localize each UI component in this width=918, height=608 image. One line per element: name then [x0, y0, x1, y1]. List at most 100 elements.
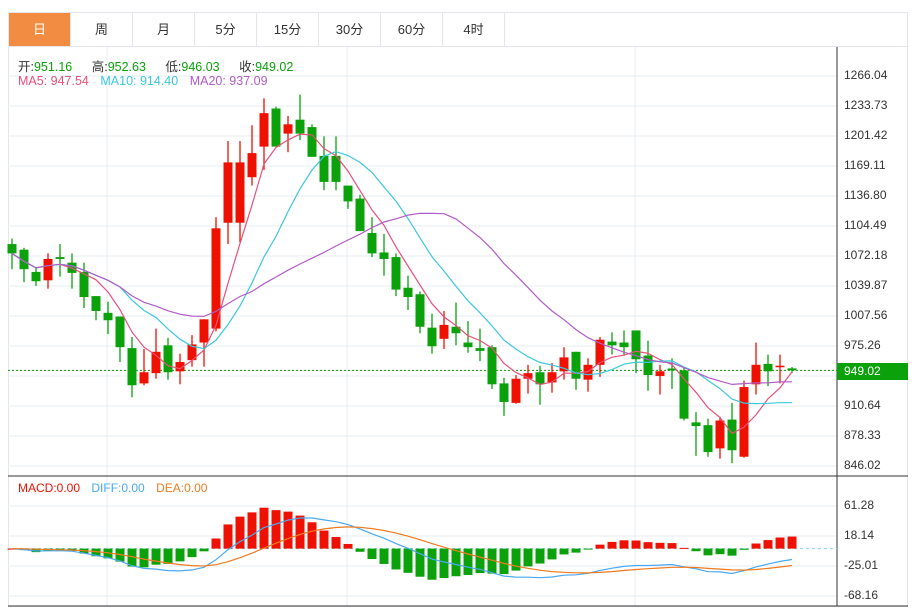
macd-bar [643, 542, 653, 549]
candle-down [31, 271, 41, 282]
candle-down [367, 232, 377, 254]
macd-bar [367, 548, 377, 560]
candle-down [55, 257, 65, 259]
macd-bar [787, 536, 797, 549]
open-label: 开: [18, 60, 34, 74]
macd-bar [283, 511, 293, 549]
macd-bar [499, 548, 509, 575]
macd-bar [451, 548, 461, 577]
macd-bar [151, 548, 161, 565]
macd-bar [667, 543, 677, 549]
ma20-value: MA20: 937.09 [189, 74, 268, 88]
candle-down [415, 294, 425, 327]
low-value: 946.03 [181, 60, 220, 74]
macd-bar [223, 524, 233, 549]
candle-down [571, 351, 581, 379]
candle-down [307, 127, 317, 157]
price-tick-label: 1104.49 [844, 218, 887, 232]
macd-info: MACD:0.00 DIFF:0.00 DEA:0.00 [18, 481, 215, 495]
candle-up [751, 364, 761, 385]
price-tick-label: 1072.18 [844, 248, 888, 262]
candle-up [655, 371, 665, 376]
macd-bar [727, 548, 737, 556]
macd-bar [307, 522, 317, 549]
candle-down [499, 383, 509, 402]
candle-down [91, 296, 101, 311]
diff-value: DIFF:0.00 [91, 481, 145, 495]
candle-up [43, 258, 53, 281]
macd-tick-label: -68.16 [844, 588, 879, 602]
macd-bar [403, 548, 413, 573]
candle-down [619, 342, 629, 348]
candle-up [283, 124, 293, 134]
candle-down [679, 370, 689, 419]
candle-up [223, 162, 233, 223]
price-tick-label: 1039.87 [844, 278, 888, 292]
price-tick-label: 846.02 [844, 458, 881, 472]
low-label: 低: [165, 60, 182, 74]
macd-bar [631, 540, 641, 549]
macd-bar [199, 548, 209, 552]
price-tick-label: 1266.04 [844, 68, 888, 82]
candle-down [163, 345, 173, 373]
macd-bar [319, 530, 329, 549]
candle-down [727, 419, 737, 451]
current-price-label: 949.02 [837, 363, 908, 380]
close-value: 949.02 [255, 60, 294, 74]
price-tick-label: 975.26 [844, 337, 881, 352]
candle-down [391, 257, 401, 290]
candle-up [439, 324, 449, 339]
candle-down [127, 348, 137, 386]
macd-bar [427, 548, 437, 580]
macd-bar [775, 537, 785, 549]
macd-bar [607, 541, 617, 549]
price-tick-label: 878.33 [844, 427, 881, 442]
candle-down [115, 316, 125, 348]
macd-bar [355, 548, 365, 552]
macd-bar [211, 538, 221, 549]
macd-tick-label: 18.14 [844, 527, 875, 542]
macd-bar [751, 543, 761, 549]
macd-bar [547, 548, 557, 560]
candle-down [607, 341, 617, 346]
price-tick-label: 1169.11 [844, 158, 886, 172]
high-value: 952.63 [107, 60, 146, 74]
macd-bar [163, 548, 173, 564]
candlestick-chart[interactable] [0, 0, 918, 608]
macd-bar [691, 548, 701, 552]
macd-bar [343, 543, 353, 549]
macd-bar [439, 548, 449, 579]
ma5-line [11, 133, 793, 435]
candle-down [763, 363, 773, 372]
candle-down [343, 185, 353, 202]
macd-bar [247, 512, 257, 549]
candle-up [547, 372, 557, 383]
macd-bar [535, 548, 545, 564]
macd-tick-label: 61.28 [844, 498, 875, 512]
macd-bar [703, 548, 713, 556]
candle-up [235, 162, 245, 223]
ohlc-info: 开:951.16 高:952.63 低:946.03 收:949.02 [18, 56, 309, 75]
high-label: 高: [91, 60, 108, 74]
open-value: 951.16 [33, 60, 73, 74]
candle-up [199, 319, 209, 343]
macd-bar [739, 548, 749, 550]
candle-down [7, 244, 17, 254]
candle-down [403, 287, 413, 298]
macd-bar [679, 547, 689, 549]
candle-down [355, 198, 365, 232]
candle-up [775, 365, 785, 368]
price-tick-label: 1007.56 [844, 308, 888, 322]
candle-down [787, 368, 797, 371]
ma5-value: MA5: 947.54 [18, 74, 89, 88]
ma10-value: MA10: 914.40 [100, 74, 179, 88]
price-tick-label: 1136.80 [844, 188, 887, 202]
candle-down [691, 422, 701, 427]
macd-value: MACD:0.00 [18, 481, 81, 495]
macd-bar [763, 540, 773, 549]
candle-down [103, 312, 113, 321]
macd-tick-label: -25.01 [844, 557, 879, 572]
macd-bar [331, 537, 341, 549]
candle-up [739, 387, 749, 457]
candle-down [463, 342, 473, 348]
